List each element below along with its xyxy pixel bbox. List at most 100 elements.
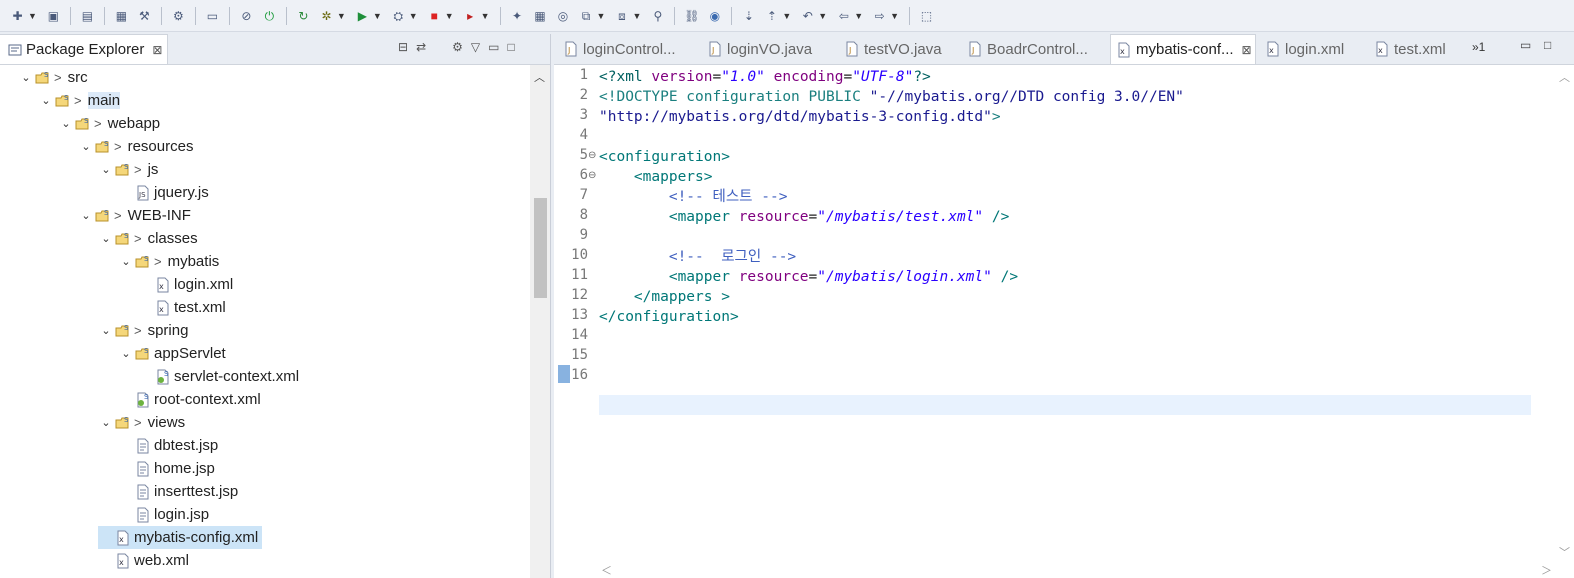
code-line[interactable]: "http://mybatis.org/dtd/mybatis-3-config…	[599, 107, 1001, 127]
stop-server-icon[interactable]: ⏻	[261, 7, 278, 24]
dropdown-arrow-icon[interactable]: ▼	[409, 11, 418, 21]
next-annotation-icon[interactable]: ⇣	[740, 7, 757, 24]
chevron-down-icon[interactable]: ⌄	[118, 255, 134, 268]
scroll-up-icon[interactable]: ︿	[1559, 69, 1570, 85]
save-all-icon[interactable]: ▤	[79, 7, 96, 24]
chevron-down-icon[interactable]: ⌄	[58, 117, 74, 130]
new-class-icon[interactable]: ◎	[555, 7, 572, 24]
code-area[interactable]: <?xml version="1.0" encoding="UTF-8"?> <!…	[599, 65, 1531, 578]
tree-item[interactable]: x mybatis-config.xml	[98, 526, 263, 549]
tree-item[interactable]: inserttest.jsp	[118, 480, 242, 503]
last-edit-icon[interactable]: ↶	[799, 7, 816, 24]
code-line[interactable]: <configuration>	[599, 147, 730, 167]
skip-breakpoints-icon[interactable]: ⊘	[238, 7, 255, 24]
filter-icon[interactable]: ⚙	[452, 40, 463, 54]
code-line[interactable]: <!-- 로그인 -->	[599, 247, 796, 267]
fold-toggle-icon[interactable]: ⊖	[588, 170, 596, 181]
binary-icon[interactable]: ▦	[113, 7, 130, 24]
debug-icon[interactable]: ✲	[318, 7, 335, 24]
dropdown-arrow-icon[interactable]: ▼	[890, 11, 899, 21]
tree-item[interactable]: ⌄ SappServlet	[118, 342, 230, 365]
back-icon[interactable]: ⇦	[835, 7, 852, 24]
chevron-down-icon[interactable]: ⌄	[98, 232, 114, 245]
scroll-thumb[interactable]	[534, 198, 547, 298]
tree-item[interactable]: Sroot-context.xml	[118, 388, 265, 411]
tree-item[interactable]: x test.xml	[138, 296, 230, 319]
open-task-icon[interactable]: ⧈	[613, 7, 630, 24]
editor-tab[interactable]: x test.xml	[1369, 34, 1459, 64]
chevron-down-icon[interactable]: ⌄	[78, 209, 94, 222]
editor-tab[interactable]: JloginVO.java	[702, 34, 834, 64]
new-java-project-icon[interactable]: ✦	[509, 7, 526, 24]
project-tree[interactable]: ⌄ S > src ⌄ S > main ⌄ S > webapp ⌄ S > resources ⌄ S > js J…	[0, 65, 528, 578]
tree-item[interactable]: ⌄ S > js	[98, 158, 162, 181]
code-line[interactable]: </mappers >	[599, 287, 730, 307]
link-icon[interactable]: ⛓	[683, 7, 700, 24]
code-line[interactable]: <mapper resource="/mybatis/test.xml" />	[599, 207, 1010, 227]
chevron-down-icon[interactable]: ⌄	[98, 324, 114, 337]
chevron-down-icon[interactable]: ⌄	[78, 140, 94, 153]
dropdown-arrow-icon[interactable]: ▼	[445, 11, 454, 21]
editor-tab[interactable]: JloginControl...	[558, 34, 698, 64]
tree-item[interactable]: ⌄ S > views	[98, 411, 189, 434]
forward-icon[interactable]: ⇨	[871, 7, 888, 24]
scroll-down-icon[interactable]: ﹀	[1559, 544, 1570, 560]
close-icon[interactable]: ⊠	[1242, 43, 1252, 57]
minimize-icon[interactable]: ▭	[488, 40, 499, 54]
tab-package-explorer[interactable]: Package Explorer ⊠	[0, 34, 168, 64]
tree-item[interactable]: JS jquery.js	[118, 181, 213, 204]
tree-item[interactable]: ⌄ S > main	[38, 89, 124, 112]
chevron-down-icon[interactable]: ⌄	[118, 347, 134, 360]
terminal-icon[interactable]: ▭	[204, 7, 221, 24]
link-with-editor-icon[interactable]: ⇄	[416, 40, 426, 54]
editor-tab[interactable]: x login.xml	[1260, 34, 1364, 64]
tree-item[interactable]: ⌄ S > mybatis	[118, 250, 223, 273]
run-external-icon[interactable]: ⛭	[390, 7, 407, 24]
previous-annotation-icon[interactable]: ⇡	[763, 7, 780, 24]
chevron-down-icon[interactable]: ⌄	[98, 416, 114, 429]
view-menu-icon[interactable]: ▽	[471, 40, 480, 54]
collapse-all-icon[interactable]: ⊟	[398, 40, 408, 54]
chevron-down-icon[interactable]: ⌄	[98, 163, 114, 176]
refresh-server-icon[interactable]: ↻	[295, 7, 312, 24]
close-icon[interactable]: ⊠	[152, 43, 162, 57]
scroll-left-icon[interactable]: ＜	[601, 562, 612, 578]
code-line[interactable]: <!DOCTYPE configuration PUBLIC "-//mybat…	[599, 87, 1184, 107]
tree-item[interactable]: x login.xml	[138, 273, 237, 296]
run-config-icon[interactable]: ⚙	[170, 7, 187, 24]
stop-icon[interactable]: ■	[426, 7, 443, 24]
tab-overflow-button[interactable]: »1	[1472, 40, 1485, 54]
tree-item[interactable]: ⌄ S > webapp	[58, 112, 164, 135]
tree-item[interactable]: x web.xml	[98, 549, 193, 572]
editor-tab[interactable]: J BoadrControl...	[962, 34, 1106, 64]
tree-item[interactable]: home.jsp	[118, 457, 219, 480]
dropdown-arrow-icon[interactable]: ▼	[632, 11, 641, 21]
build-icon[interactable]: ⚒	[136, 7, 153, 24]
tree-item[interactable]: ⌄ S > classes	[98, 227, 202, 250]
tree-item[interactable]: ⌄ S > WEB-INF	[78, 204, 195, 227]
maximize-icon[interactable]: □	[507, 40, 514, 54]
code-line[interactable]: <mapper resource="/mybatis/login.xml" />	[599, 267, 1018, 287]
coverage-icon[interactable]: ▸	[462, 7, 479, 24]
dropdown-arrow-icon[interactable]: ▼	[818, 11, 827, 21]
open-type-icon[interactable]: ⧉	[578, 7, 595, 24]
code-line[interactable]: <!-- 테스트 -->	[599, 187, 788, 207]
editor-tab[interactable]: JtestVO.java	[839, 34, 957, 64]
fold-toggle-icon[interactable]: ⊖	[588, 150, 596, 161]
tree-item[interactable]: ⌄ S > spring	[98, 319, 192, 342]
editor-vertical-scrollbar[interactable]: ︿ ﹀	[1554, 65, 1574, 562]
search-icon[interactable]: ⚲	[649, 7, 666, 24]
maximize-icon[interactable]: □	[1544, 38, 1551, 52]
dropdown-arrow-icon[interactable]: ▼	[337, 11, 346, 21]
new-icon[interactable]: ✚	[9, 7, 26, 24]
dropdown-arrow-icon[interactable]: ▼	[373, 11, 382, 21]
tree-item[interactable]: Sservlet-context.xml	[138, 365, 303, 388]
run-icon[interactable]: ▶	[354, 7, 371, 24]
tree-item[interactable]: ⌄ S > resources	[78, 135, 197, 158]
dropdown-arrow-icon[interactable]: ▼	[854, 11, 863, 21]
editor-tab[interactable]: x mybatis-conf... ⊠	[1110, 34, 1256, 64]
dropdown-arrow-icon[interactable]: ▼	[481, 11, 490, 21]
code-line[interactable]: <?xml version="1.0" encoding="UTF-8"?>	[599, 67, 931, 87]
new-package-icon[interactable]: ▦	[532, 7, 549, 24]
save-icon[interactable]: ▣	[45, 7, 62, 24]
